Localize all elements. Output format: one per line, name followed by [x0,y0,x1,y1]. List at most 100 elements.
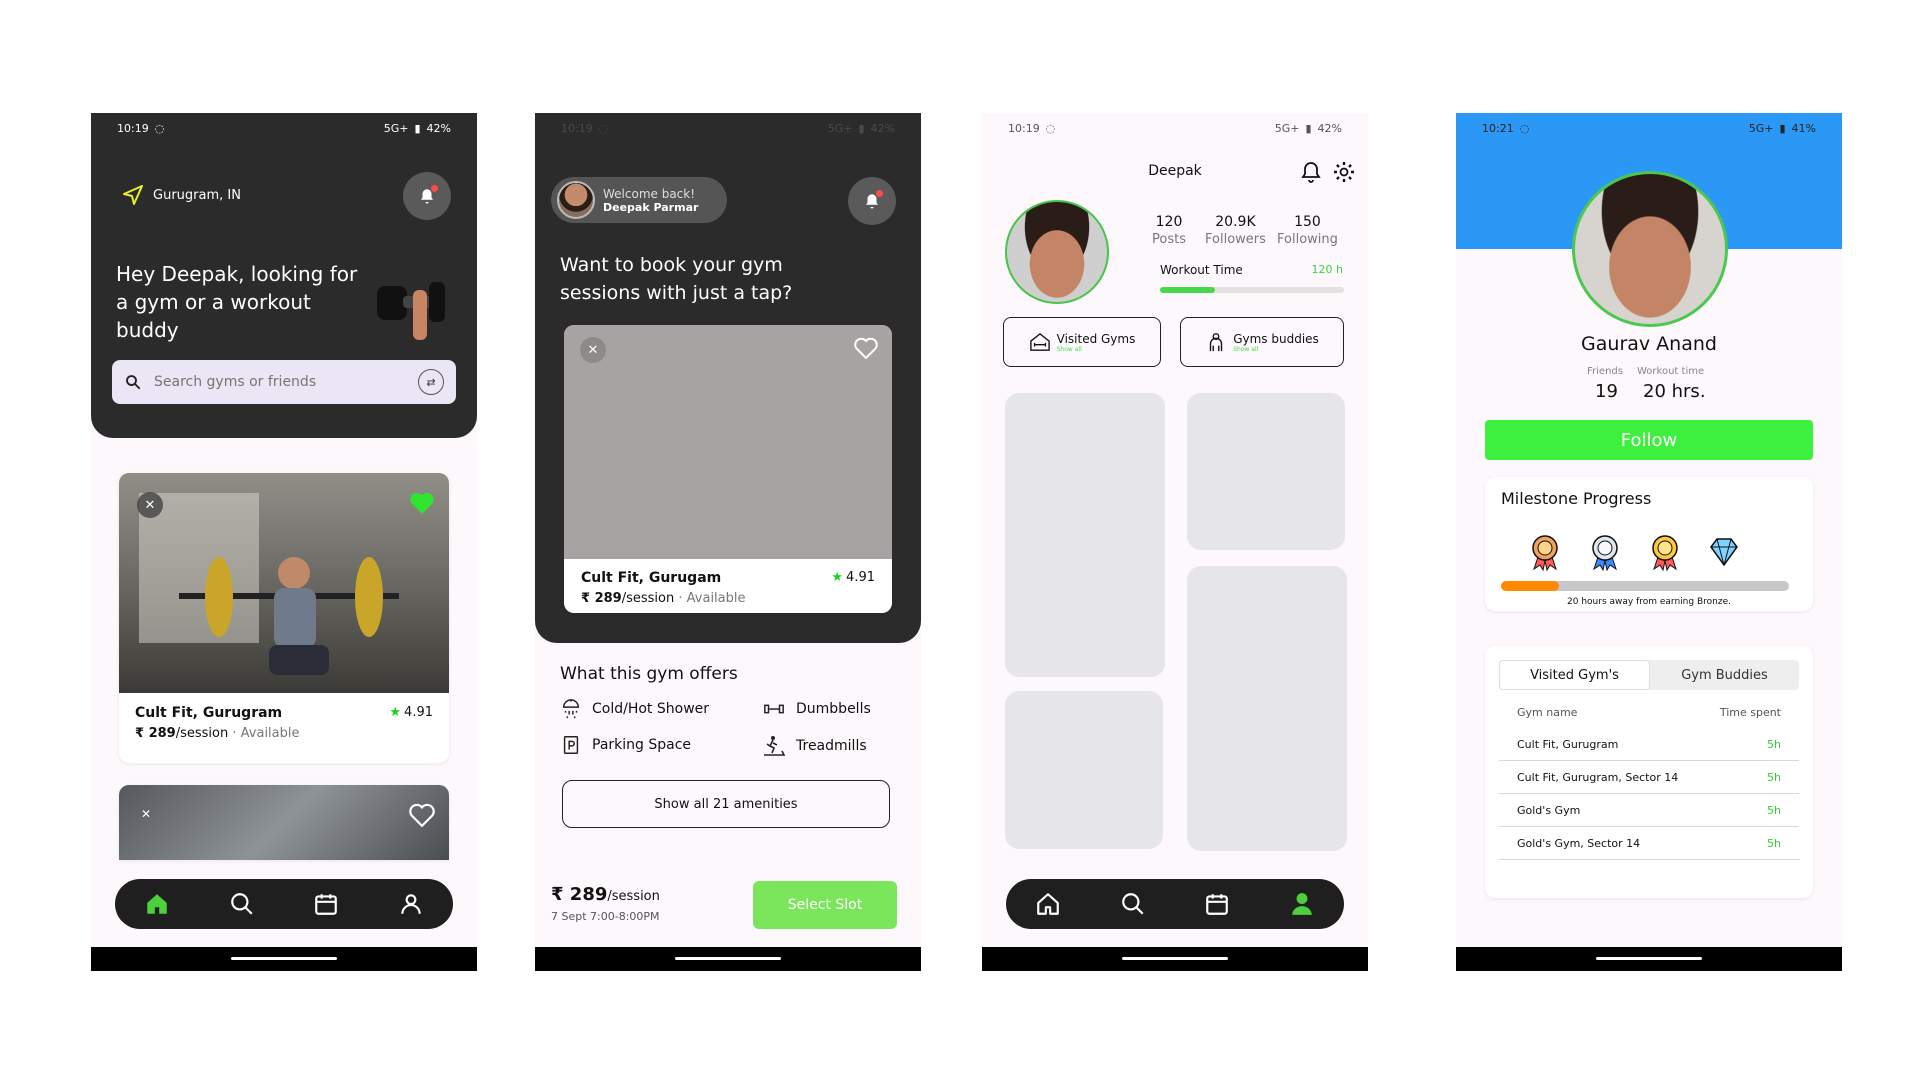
gym-card-2[interactable]: ✕ [119,785,449,860]
heart-filled-icon[interactable] [409,491,435,515]
gym-rating: ★ 4.91 [389,705,433,720]
workout-progress-fill [1160,287,1216,293]
tab-visited-gyms[interactable]: Visited Gym's [1499,660,1650,690]
calendar-icon [1206,894,1229,915]
select-slot-button[interactable]: Select Slot [753,881,897,929]
nav-search[interactable] [227,889,257,919]
whatsapp-icon: ◌ [1519,121,1530,135]
friends-value: 19 [1595,381,1618,402]
nav-profile[interactable] [1287,889,1317,919]
nav-home[interactable] [142,889,172,919]
location-selector[interactable]: Gurugram, IN [121,183,241,207]
nav-home[interactable] [1033,889,1063,919]
heart-outline-icon[interactable] [409,803,435,827]
visited-gyms-button[interactable]: Visited Gyms Show all [1003,317,1161,367]
milestone-card: Milestone Progress 20 hours away from ea… [1485,477,1813,611]
search-bar[interactable]: ⇄ [112,360,456,404]
rating-value: 4.91 [404,705,433,720]
gym-card[interactable]: ✕ Cult Fit, Gurugam ★ 4.91 ₹ 289/session … [564,325,892,613]
dumbbell-icon [764,704,784,714]
filter-icon[interactable]: ⇄ [418,369,444,395]
booking-headline: Want to book your gym sessions with just… [560,254,793,304]
location-arrow-icon [123,185,143,205]
gym-photo-placeholder [564,325,892,559]
post-placeholder[interactable] [1005,691,1163,849]
dismiss-button[interactable]: ✕ [137,492,163,518]
nav-search[interactable] [1118,889,1148,919]
bronze-medal-icon [1532,535,1558,571]
network-label: 5G+ [1274,121,1300,135]
status-time: 10:19 [1008,121,1040,135]
table-row[interactable]: Cult Fit, Gurugram 5h [1499,728,1799,761]
workout-label: Workout Time [1160,263,1243,277]
followers-label: Followers [1205,232,1266,247]
nav-calendar[interactable] [311,889,341,919]
dismiss-button[interactable]: ✕ [580,337,606,363]
tab-gym-buddies[interactable]: Gym Buddies [1650,660,1799,690]
rating-value: 4.91 [846,570,875,585]
footer-price: ₹ 289/session [551,884,660,905]
screen-my-profile: 10:19 ◌ 5G+ ▮ 42% Deepak 120 Posts 20.9K Fo… [982,113,1368,971]
row-gym-name: Gold's Gym [1517,803,1581,817]
location-label: Gurugram, IN [153,187,241,203]
post-placeholder[interactable] [1005,393,1165,677]
notification-button[interactable] [848,177,896,225]
gym-price: ₹ 289/session · Available [581,591,746,606]
amenity-label: Parking Space [592,737,692,753]
post-placeholder[interactable] [1187,566,1347,851]
gym-building-icon [1029,332,1050,351]
gym-card[interactable]: ✕ Cult Fit, Gurugram ★ 4.91 ₹ 289/session… [119,473,449,763]
posts-count: 120 [1155,214,1183,230]
welcome-text: Welcome back! [603,186,696,201]
amenity-label: Treadmills [796,738,867,754]
show-all-amenities-button[interactable]: Show all 21 amenities [562,780,890,828]
friend-name: Gaurav Anand [1581,333,1717,355]
home-indicator [91,947,477,971]
stat-followers[interactable]: 20.9K Followers [1205,214,1266,247]
network-label: 5G+ [1748,121,1774,135]
search-input[interactable] [152,373,418,391]
notification-dot [876,190,883,197]
signal-icon: ▮ [414,121,421,135]
amenity-treadmills: Treadmills [762,734,867,758]
table-row[interactable]: Gold's Gym, Sector 14 5h [1499,827,1799,860]
follow-button[interactable]: Follow [1485,420,1813,460]
heart-outline-icon[interactable] [854,337,878,359]
dot-separator: · [678,591,683,606]
user-name: Deepak Parmar [603,200,699,214]
table-header: Gym name Time spent [1499,696,1799,728]
table-row[interactable]: Cult Fit, Gurugram, Sector 14 5h [1499,761,1799,794]
visited-show-all: Show all [1056,345,1082,353]
status-bar: 10:21 ◌ 5G+ ▮ 41% [1456,113,1842,143]
nav-calendar[interactable] [1202,889,1232,919]
row-time: 5h [1767,836,1781,850]
home-headline: Hey Deepak, looking for a gym or a worko… [116,262,358,342]
following-label: Following [1277,232,1338,247]
gear-icon[interactable] [1332,160,1356,184]
post-placeholder[interactable] [1187,393,1345,550]
dumbbell-illustration [377,282,445,340]
battery-label: 41% [1791,121,1816,135]
welcome-pill[interactable]: Welcome back! Deepak Parmar [551,177,727,223]
buddies-show-all: Show all [1233,345,1259,353]
price-unit: /session [175,726,229,741]
home-icon [147,894,167,914]
notification-button[interactable] [403,172,451,220]
diamond-icon [1710,538,1738,567]
workout-time-value: 20 hrs. [1643,381,1706,402]
signal-icon: ▮ [1779,121,1786,135]
milestone-title: Milestone Progress [1501,489,1652,508]
stat-following[interactable]: 150 Following [1277,214,1338,247]
status-bar: 10:19 ◌ 5G+ ▮ 42% [535,113,921,143]
nav-profile[interactable] [396,889,426,919]
network-label: 5G+ [827,121,853,135]
bell-outline-icon[interactable] [1299,160,1323,184]
status-bar: 10:19 ◌ 5G+ ▮ 42% [91,113,477,143]
battery-label: 42% [1317,121,1342,135]
row-gym-name: Gold's Gym, Sector 14 [1517,836,1641,850]
dismiss-button-2[interactable]: ✕ [141,807,151,821]
table-row[interactable]: Gold's Gym 5h [1499,794,1799,827]
gym-buddies-button[interactable]: Gyms buddies Show all [1180,317,1344,367]
stat-posts[interactable]: 120 Posts [1152,214,1186,247]
parking-icon [563,736,579,754]
